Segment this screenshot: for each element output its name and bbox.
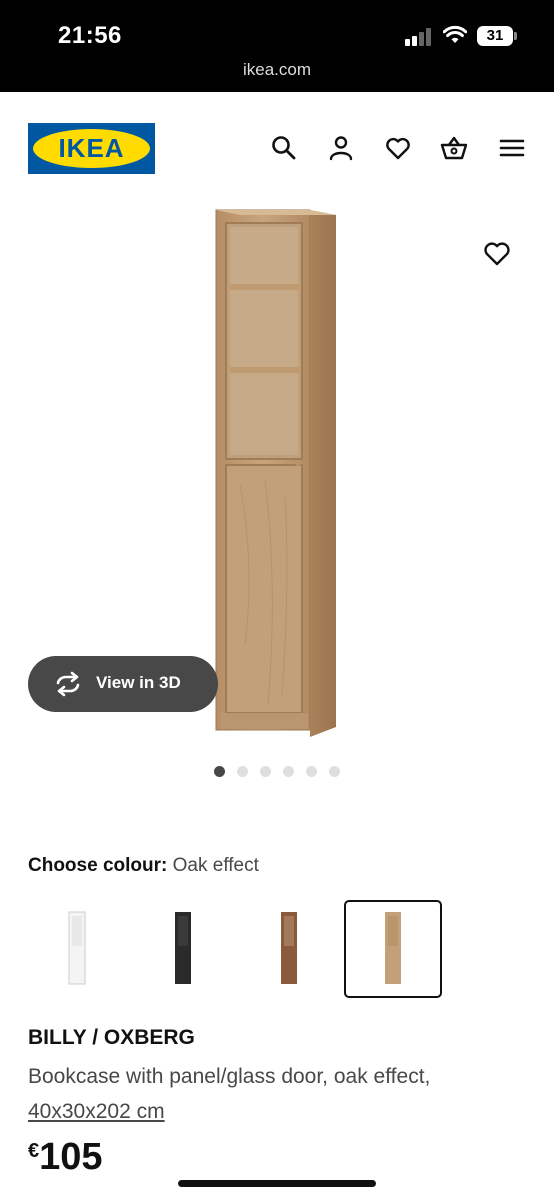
- carousel-dot[interactable]: [306, 766, 317, 777]
- carousel-dot[interactable]: [329, 766, 340, 777]
- cellular-signal-icon: [405, 28, 433, 46]
- carousel-dots: [214, 766, 344, 778]
- colour-label: Choose colour:: [28, 855, 168, 876]
- basket-icon[interactable]: [440, 134, 468, 162]
- search-icon[interactable]: [270, 134, 298, 162]
- carousel-dot[interactable]: [237, 766, 248, 777]
- swatch-image: [68, 911, 86, 985]
- swatch-image: [281, 912, 297, 984]
- carousel-dot[interactable]: [214, 766, 225, 777]
- product-description: Bookcase with panel/glass door, oak effe…: [28, 1065, 431, 1088]
- wifi-icon: [443, 25, 467, 43]
- product-name[interactable]: BILLY / OXBERG: [28, 1026, 195, 1050]
- menu-icon[interactable]: [498, 134, 526, 162]
- swatch-image: [385, 912, 401, 984]
- product-dimensions-link[interactable]: 40x30x202 cm: [28, 1094, 430, 1129]
- product-image-bookcase[interactable]: [210, 205, 345, 745]
- battery-icon: 31: [477, 26, 513, 46]
- price-amount: 105: [39, 1136, 103, 1178]
- battery-tip: [514, 32, 517, 40]
- home-indicator[interactable]: [178, 1180, 376, 1187]
- view-in-3d-label: View in 3D: [96, 673, 181, 692]
- swatch-image: [175, 912, 191, 984]
- status-bar: 21:56 31 ikea.com: [0, 0, 554, 92]
- rotate-3d-icon: [56, 671, 80, 697]
- url-bar[interactable]: ikea.com: [0, 60, 554, 80]
- colour-option-black-brown[interactable]: [134, 900, 232, 998]
- wishlist-icon[interactable]: [384, 134, 412, 162]
- product-price: €105: [28, 1136, 103, 1179]
- status-time: 21:56: [58, 22, 122, 49]
- carousel-dot[interactable]: [283, 766, 294, 777]
- product-description-block: Bookcase with panel/glass door, oak effe…: [28, 1059, 430, 1129]
- colour-option-white[interactable]: [28, 900, 126, 998]
- colour-chooser-heading: Choose colour: Oak effect: [28, 855, 259, 877]
- view-in-3d-button[interactable]: View in 3D: [28, 656, 218, 712]
- add-to-wishlist-icon[interactable]: [482, 238, 512, 268]
- colour-option-oak-effect[interactable]: [344, 900, 442, 998]
- account-icon[interactable]: [327, 134, 355, 162]
- colour-option-brown-walnut[interactable]: [240, 900, 338, 998]
- ikea-logo[interactable]: IKEA: [28, 123, 155, 174]
- carousel-dot[interactable]: [260, 766, 271, 777]
- selected-colour: Oak effect: [172, 855, 259, 876]
- logo-text: IKEA: [58, 133, 125, 163]
- price-currency: €: [28, 1140, 40, 1162]
